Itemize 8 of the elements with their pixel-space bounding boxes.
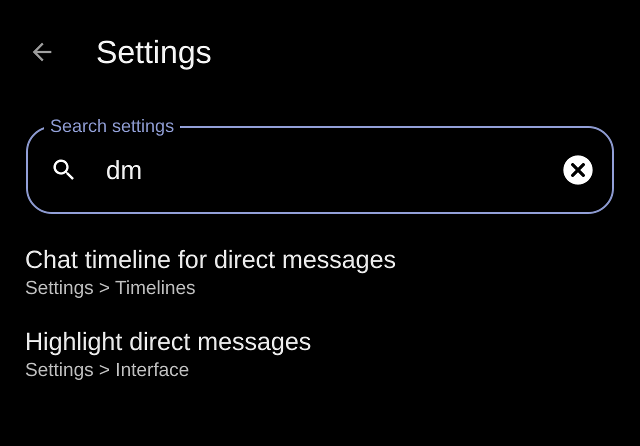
field-label: Search settings <box>44 116 180 136</box>
result-path: Settings > Timelines <box>25 277 196 301</box>
result-path: Settings > Interface <box>25 359 190 383</box>
result-title[interactable]: Highlight direct messages <box>25 326 312 358</box>
page-title: Settings <box>96 34 212 70</box>
search-input[interactable]: dm <box>106 154 534 186</box>
result-title[interactable]: Chat timeline for direct messages <box>25 244 396 276</box>
clear-icon[interactable] <box>562 154 594 186</box>
